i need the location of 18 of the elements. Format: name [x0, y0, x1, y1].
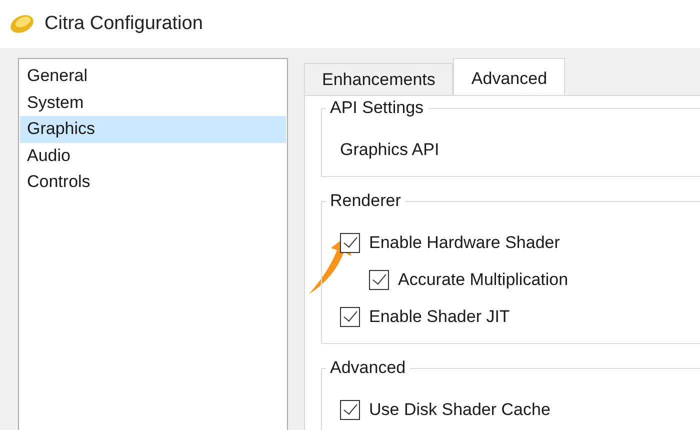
window-title: Citra Configuration: [44, 12, 203, 36]
coin-icon: [8, 13, 36, 35]
sidebar-item[interactable]: System: [20, 90, 286, 116]
sidebar-item[interactable]: General: [20, 63, 286, 90]
sidebar-item[interactable]: Graphics: [20, 116, 286, 142]
sidebar-item[interactable]: Controls: [20, 169, 286, 196]
tab[interactable]: Enhancements: [304, 63, 454, 95]
checkbox-label: Accurate Multiplication: [398, 268, 568, 291]
tab[interactable]: Advanced: [453, 58, 566, 96]
checkbox-label: Use Disk Shader Cache: [369, 398, 550, 421]
checkbox[interactable]: [340, 400, 360, 420]
sidebar-item[interactable]: Audio: [20, 142, 286, 169]
checkbox-label: Enable Hardware Shader: [369, 232, 560, 254]
checkbox[interactable]: [340, 232, 360, 252]
setting-label: Graphics API: [340, 138, 440, 161]
checkbox[interactable]: [340, 306, 360, 326]
checkbox-label: Enable Shader JIT: [369, 306, 510, 328]
checkbox[interactable]: [369, 270, 389, 290]
